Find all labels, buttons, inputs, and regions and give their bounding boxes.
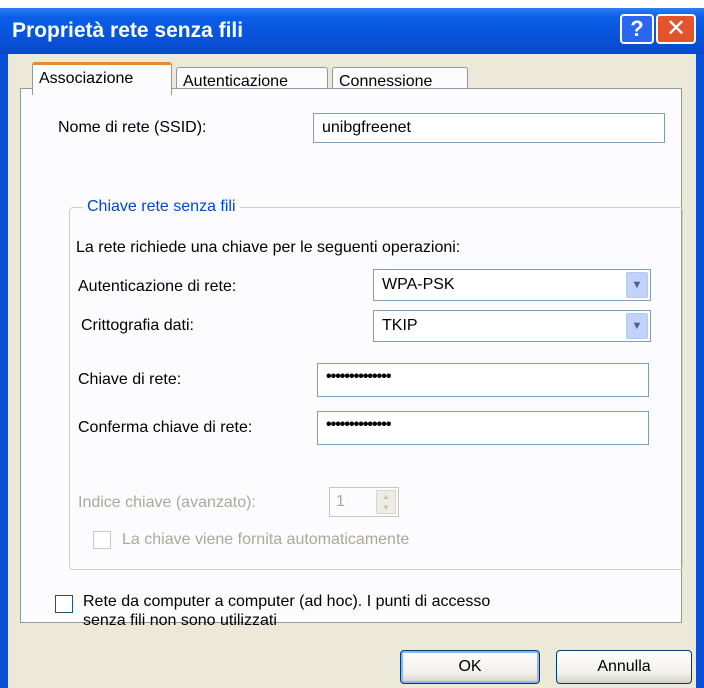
ssid-input[interactable]: unibgfreenet [313, 113, 665, 143]
chevron-down-icon[interactable]: ▼ [626, 272, 648, 298]
help-button[interactable]: ? [620, 14, 654, 44]
auto-key-checkbox[interactable] [93, 531, 111, 549]
tab-panel-associazione: Nome di rete (SSID): unibgfreenet Chiave… [20, 88, 683, 629]
adhoc-label-line2: senza fili non sono utilizzati [83, 612, 277, 629]
confirm-key-input[interactable]: •••••••••••••• [317, 411, 649, 445]
network-key-input[interactable]: •••••••••••••• [317, 363, 649, 397]
close-button[interactable]: ✕ [656, 14, 696, 44]
data-encryption-select[interactable]: TKIP ▼ [373, 310, 651, 342]
key-index-value: 1 [336, 493, 345, 510]
wireless-key-group-legend: Chiave rete senza fili [83, 198, 240, 216]
data-encryption-label: Crittografia dati: [81, 317, 194, 334]
dialog-window: Proprietà rete senza fili ? ✕ Associazio… [0, 0, 704, 688]
ok-button[interactable]: OK [400, 650, 540, 684]
spinner-arrows-icon[interactable]: ▲ ▼ [376, 490, 396, 514]
adhoc-checkbox[interactable] [55, 595, 73, 613]
cropped-background-strip [0, 0, 704, 8]
data-encryption-value: TKIP [382, 317, 418, 334]
confirm-key-label: Conferma chiave di rete: [78, 419, 253, 436]
key-index-spinner[interactable]: 1 ▲ ▼ [329, 487, 399, 517]
cancel-button[interactable]: Annulla [556, 650, 692, 684]
key-index-label: Indice chiave (avanzato): [78, 494, 256, 511]
network-key-label: Chiave di rete: [78, 371, 182, 388]
auto-key-label: La chiave viene fornita automaticamente [122, 531, 410, 548]
adhoc-label-line1: Rete da computer a computer (ad hoc). I … [83, 593, 491, 610]
network-auth-value: WPA-PSK [382, 276, 455, 293]
network-auth-label: Autenticazione di rete: [78, 278, 237, 295]
key-requirement-text: La rete richiede una chiave per le segue… [76, 239, 461, 256]
tab-associazione[interactable]: Associazione [32, 62, 172, 95]
chevron-down-icon[interactable]: ▼ [626, 313, 648, 339]
ssid-label: Nome di rete (SSID): [58, 119, 207, 136]
network-auth-select[interactable]: WPA-PSK ▼ [373, 269, 651, 301]
dialog-body: Associazione Autenticazione Connessione … [8, 54, 696, 688]
title-bar[interactable]: Proprietà rete senza fili ? ✕ [0, 8, 704, 54]
window-title: Proprietà rete senza fili [12, 19, 244, 42]
